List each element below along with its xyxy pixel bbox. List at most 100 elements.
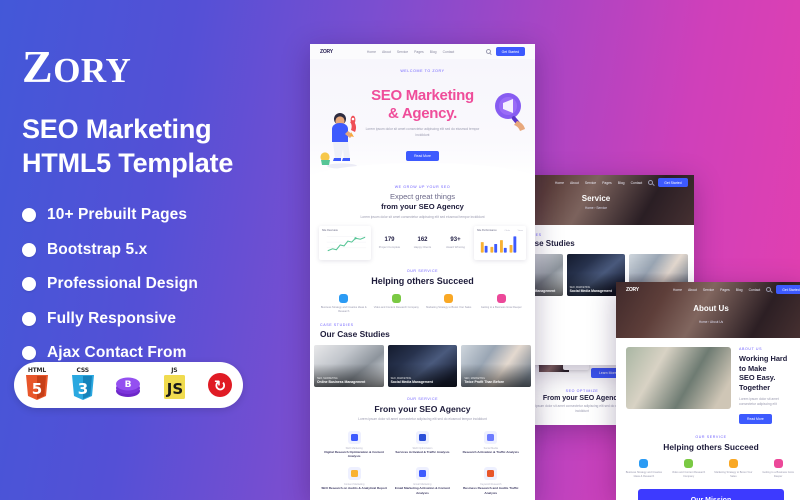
feature-label: Professional Design [47, 275, 198, 293]
service-card-name: Services Activated & Traffic Analysis [395, 449, 450, 454]
case-title: Social Media Management [569, 289, 612, 293]
service-card[interactable]: Keyword Research Business Research and A… [457, 466, 525, 495]
succeed-card[interactable]: Video and Content Research Company [373, 294, 421, 314]
stat-label: Project Complete [378, 245, 401, 250]
service-card[interactable]: Content Marketing SEO Research on Audits… [320, 466, 388, 495]
case-category: SEO, MARKETING [464, 377, 485, 381]
about-succeed-eyebrow: OUR SERVICE [695, 435, 727, 440]
chart-title: Site Overview [322, 229, 338, 233]
stat-value: 179 [384, 237, 395, 244]
service-icon [496, 294, 506, 304]
about-succeed-title: Helping others Succeed [663, 442, 759, 453]
service-card[interactable]: SEO Optimization Services Activated & Tr… [388, 430, 456, 459]
service-card-name: Email Marketing Activation & Content Ana… [394, 485, 450, 495]
page-title: SEO Marketing HTML5 Template [22, 112, 310, 180]
nav-item[interactable]: Service [585, 181, 596, 185]
about-page-title: About Us [693, 304, 729, 313]
feature-label: Bootstrap 5.x [47, 240, 148, 258]
svg-text:5: 5 [32, 380, 42, 398]
mockup-nav-menu[interactable]: Home About Service Pages Blog Contact [673, 288, 760, 292]
nav-item[interactable]: About [688, 288, 697, 292]
nav-item[interactable]: Blog [618, 181, 625, 185]
nav-item[interactable]: Contact [443, 50, 455, 54]
feature-label: Fully Responsive [47, 309, 177, 327]
about-read-more-button[interactable]: Read More [739, 414, 772, 425]
brand-logo-rest: ORY [53, 51, 132, 90]
mail-icon [415, 466, 429, 480]
about-title-2: from your SEO Agency [381, 202, 464, 212]
succeed-card-text: Video and Content Research Company [671, 471, 706, 479]
javascript-badge: JS JS [159, 367, 189, 402]
home-different-section: OUR FEATURE What makes Us Different from… [310, 495, 535, 500]
bullet-dot-icon [22, 242, 36, 257]
nav-item[interactable]: About [570, 181, 579, 185]
mockup-navbar[interactable]: ZORY Home About Service Pages Blog Conta… [310, 44, 535, 59]
succeed-card[interactable]: Video and Content Research Company [669, 459, 709, 479]
svg-text:3: 3 [77, 380, 87, 398]
nav-item[interactable]: Home [555, 181, 564, 185]
breadcrumb[interactable]: Home › About Us [616, 320, 800, 324]
succeed-card-text: Business Strategy and Creative Ideas & R… [320, 306, 367, 314]
hero-read-more-button[interactable]: Read More [406, 150, 439, 161]
cases-title: Our Case Studies [320, 329, 390, 340]
nav-item[interactable]: Home [673, 288, 682, 292]
hero-title-line-2: & Agency. [388, 104, 457, 122]
service-icon [639, 459, 649, 469]
succeed-card-text: Marketing Strategy to Boost Your Sales [426, 306, 472, 310]
nav-item[interactable]: Pages [720, 288, 730, 292]
home-cases-section: CASE STUDIES Our Case Studies [310, 314, 535, 339]
nav-item[interactable]: Pages [602, 181, 612, 185]
succeed-card[interactable]: Marketing Strategy to Boost Your Sales [425, 294, 473, 314]
person-rocket-illustration [320, 113, 357, 169]
case-study-card[interactable]: SEO, MARKETING Social Media Management [387, 345, 458, 388]
feature-list: 10+ Prebuilt Pages Bootstrap 5.x Profess… [22, 206, 310, 362]
succeed-card[interactable]: Marketing Strategy to Boost Your Sales [714, 459, 754, 479]
service-card[interactable]: Social Media Research Activation & Traff… [457, 430, 525, 459]
service-card[interactable]: Email Marketing Email Marketing Activati… [388, 466, 456, 495]
svg-text:JS: JS [166, 380, 183, 398]
search-icon[interactable] [485, 49, 491, 54]
nav-item[interactable]: Pages [414, 50, 424, 54]
about-intro-title-2: SEO Easy. Together [739, 373, 776, 392]
nav-item[interactable]: Contact [631, 181, 643, 185]
mockup-nav-menu[interactable]: Home About Service Pages Blog Contact [555, 181, 642, 185]
succeed-card[interactable]: Business Strategy and Creative Ideas & R… [320, 294, 368, 314]
about-sub: Lorem ipsum dolor sit amet consectetur a… [360, 215, 485, 220]
nav-item[interactable]: Service [397, 50, 408, 54]
search-icon[interactable] [648, 180, 654, 185]
mockup-about-page[interactable]: ZORY Home About Service Pages Blog Conta… [616, 282, 800, 500]
succeed-card[interactable]: Business Strategy and Creative Ideas & R… [624, 459, 664, 479]
nav-item[interactable]: Blog [736, 288, 743, 292]
nav-item[interactable]: Blog [430, 50, 437, 54]
service-card[interactable]: SEO Marketing Digital Research Optimizat… [320, 430, 388, 459]
mockup-logo[interactable]: ZORY [626, 287, 639, 293]
service-icon [391, 294, 401, 304]
case-title: Social Media Management [390, 380, 433, 385]
hero-title-line-1: SEO Marketing [371, 87, 474, 104]
ajax-badge: ↻ [205, 368, 235, 402]
nav-item[interactable]: About [382, 50, 391, 54]
services-sub: Lorem ipsum dolor sit amet consectetur a… [358, 417, 487, 422]
get-started-button[interactable]: Get Started [776, 285, 800, 294]
nav-item[interactable]: Home [367, 50, 376, 54]
succeed-card[interactable]: Getting to a Business Grow Deeper [478, 294, 526, 314]
home-hero: WELCOME TO ZORY SEO Marketing & Agency. … [310, 59, 535, 177]
case-study-card[interactable]: SEO, MARKETINGOnline Business Management [314, 345, 384, 388]
bullet-dot-icon [22, 277, 36, 292]
get-started-button[interactable]: Get Started [495, 47, 525, 56]
nav-item[interactable]: Service [703, 288, 714, 292]
succeed-card[interactable]: Getting to a Business Grow Deeper [758, 459, 798, 479]
get-started-button[interactable]: Get Started [658, 178, 688, 187]
search-icon[interactable] [766, 287, 772, 292]
list-item: Professional Design [22, 275, 310, 293]
mockup-logo[interactable]: ZORY [320, 49, 333, 55]
mockup-home-page[interactable]: ZORY Home About Service Pages Blog Conta… [310, 44, 535, 500]
nav-item[interactable]: Contact [749, 288, 761, 292]
stat-item: 93+ Award Winning [441, 237, 470, 249]
bar-chart-legend-2: Views [517, 229, 523, 232]
case-study-card[interactable]: SEO, MARKETINGTwice Profit Than Before [461, 345, 532, 388]
stat-item: 162 Happy Clients [408, 237, 437, 249]
list-item: Ajax Contact From [22, 344, 310, 362]
hero-sub: Lorem ipsum dolor sit amet consectetur a… [365, 127, 480, 137]
mockup-nav-menu[interactable]: Home About Service Pages Blog Contact [367, 50, 454, 54]
